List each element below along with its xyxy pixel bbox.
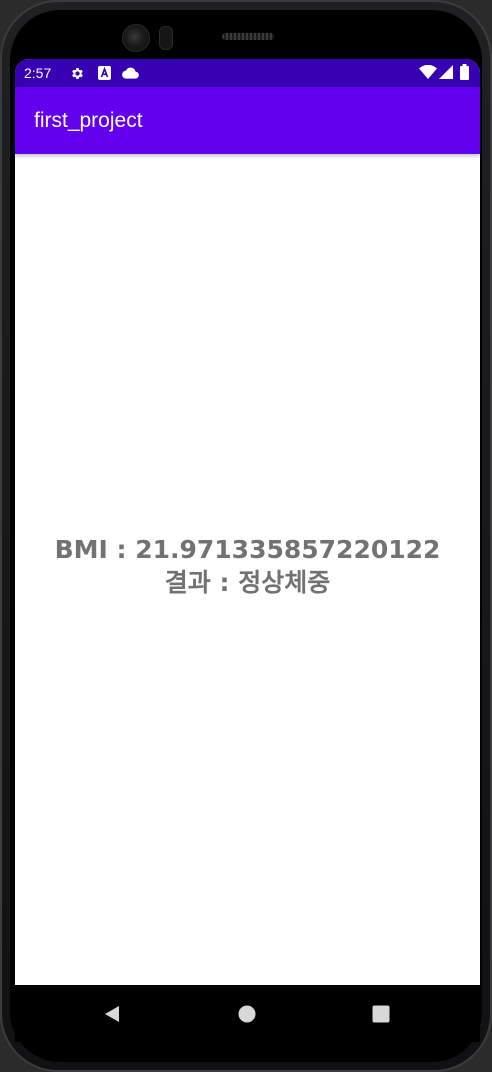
phone-frame: 2:57 first_project BMI: 21.971335857220… xyxy=(0,0,492,1072)
status-time: 2:57 xyxy=(24,65,52,81)
back-button[interactable] xyxy=(72,985,152,1042)
proximity-sensor xyxy=(159,26,173,50)
earpiece-speaker xyxy=(222,33,274,40)
front-camera xyxy=(122,24,150,52)
recents-button[interactable] xyxy=(341,985,421,1042)
app-bar: first_project xyxy=(15,87,480,154)
a-box-icon xyxy=(98,66,111,84)
status-bar: 2:57 xyxy=(15,59,480,87)
gear-icon xyxy=(70,66,85,85)
screen: 2:57 first_project BMI: 21.971335857220… xyxy=(15,59,480,1042)
main-content: BMI : 21.971335857220122 결과 : 정상체중 xyxy=(15,154,480,985)
cloud-icon xyxy=(122,67,139,83)
bmi-value-line: BMI : 21.971335857220122 xyxy=(54,535,441,564)
battery-icon xyxy=(460,64,469,84)
home-button[interactable] xyxy=(207,985,287,1042)
bmi-result-text: BMI : 21.971335857220122 결과 : 정상체중 xyxy=(15,533,480,599)
signal-icon xyxy=(439,65,453,83)
recents-icon xyxy=(372,1005,390,1022)
app-title: first_project xyxy=(34,109,143,132)
home-icon xyxy=(238,1005,256,1022)
navigation-bar xyxy=(15,985,480,1042)
bmi-category-line: 결과 : 정상체중 xyxy=(164,568,331,597)
wifi-icon xyxy=(419,64,437,83)
back-icon xyxy=(105,1005,119,1022)
